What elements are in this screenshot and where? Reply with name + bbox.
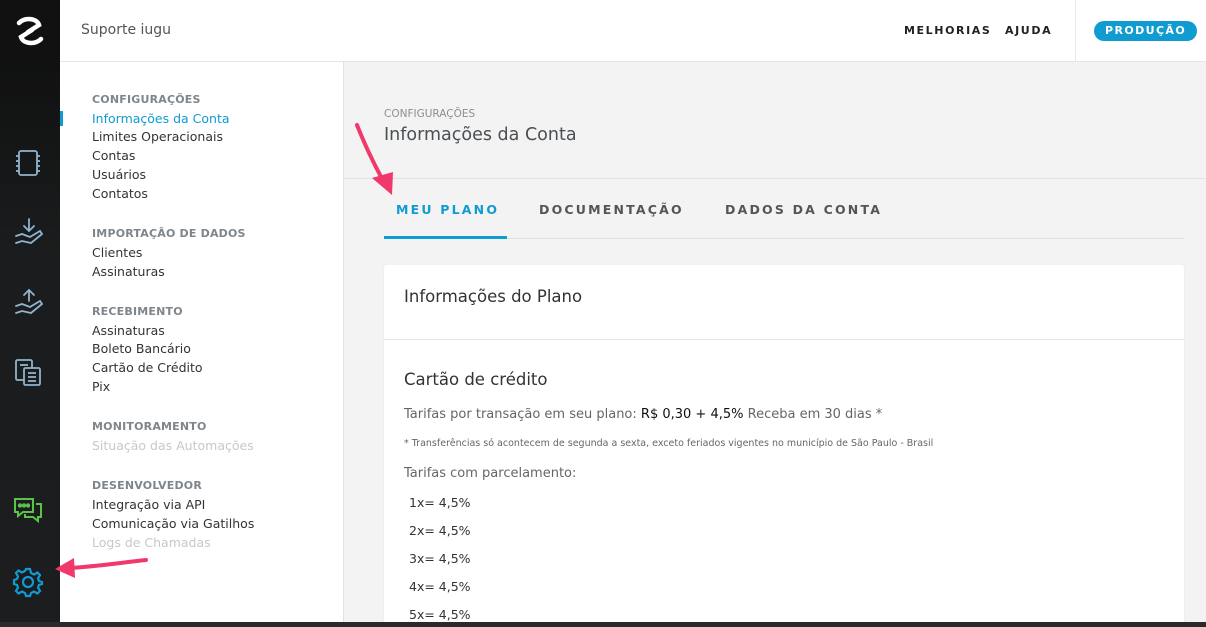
fees-value: R$ 0,30 + 4,5% <box>640 407 744 422</box>
breadcrumb: CONFIGURAÇÕES <box>384 108 476 120</box>
submenu-item-cartao[interactable]: Cartão de Crédito <box>92 360 203 375</box>
invoice-icon[interactable] <box>11 146 45 180</box>
section-recebimento: RECEBIMENTO <box>92 305 183 318</box>
tab-dados-da-conta[interactable]: DADOS DA CONTA <box>725 202 882 217</box>
section-importacao: IMPORTAÇÃO DE DADOS <box>92 227 246 240</box>
submenu-item-usuarios[interactable]: Usuários <box>92 167 146 182</box>
account-name[interactable]: Suporte iugu <box>81 22 171 38</box>
transfer-note: * Transferências só acontecem de segunda… <box>404 438 934 449</box>
icon-rail <box>0 0 60 627</box>
section-title-credit-card: Cartão de crédito <box>404 370 548 389</box>
submenu-item-logs: Logs de Chamadas <box>92 535 211 550</box>
submenu-item-clientes[interactable]: Clientes <box>92 245 142 260</box>
topbar-divider <box>1075 0 1076 62</box>
section-configuracoes: CONFIGURAÇÕES <box>92 93 201 106</box>
receive-icon[interactable] <box>11 215 45 249</box>
header-divider <box>344 178 1206 179</box>
main-content: CONFIGURAÇÕES Informações da Conta MEU P… <box>344 62 1206 627</box>
submenu-item-informacoes-conta[interactable]: Informações da Conta <box>92 111 230 126</box>
gear-icon[interactable] <box>11 565 45 599</box>
nav-melhorias[interactable]: MELHORIAS <box>904 24 991 37</box>
fees-label: Tarifas por transação em seu plano: <box>404 407 637 422</box>
environment-badge[interactable]: PRODUÇÃO <box>1094 21 1198 41</box>
top-bar: Suporte iugu MELHORIAS AJUDA PRODUÇÃO <box>60 0 1206 62</box>
submenu-item-contas[interactable]: Contas <box>92 148 135 163</box>
logo-icon <box>16 16 44 46</box>
installment-row: 3x= 4,5% <box>409 551 471 566</box>
installments-label: Tarifas com parcelamento: <box>404 466 577 481</box>
page-title: Informações da Conta <box>384 125 577 145</box>
section-desenvolvedor: DESENVOLVEDOR <box>92 479 203 492</box>
installment-row: 1x= 4,5% <box>409 495 471 510</box>
submenu-item-assinaturas[interactable]: Assinaturas <box>92 323 165 338</box>
nav-ajuda[interactable]: AJUDA <box>1005 24 1052 37</box>
transaction-fees: Tarifas por transação em seu plano: R$ 0… <box>404 407 882 422</box>
send-icon[interactable] <box>11 285 45 319</box>
submenu-item-api[interactable]: Integração via API <box>92 497 205 512</box>
tab-documentacao[interactable]: DOCUMENTAÇÃO <box>539 202 684 217</box>
plan-info-card: Informações do Plano Cartão de crédito T… <box>384 265 1184 627</box>
chat-icon[interactable] <box>11 494 45 528</box>
card-divider <box>384 339 1184 340</box>
tab-meu-plano[interactable]: MEU PLANO <box>396 202 499 217</box>
logo[interactable] <box>0 0 60 62</box>
installment-row: 2x= 4,5% <box>409 523 471 538</box>
submenu-item-boleto[interactable]: Boleto Bancário <box>92 341 191 356</box>
submenu-item-limites[interactable]: Limites Operacionais <box>92 129 223 144</box>
active-indicator <box>60 111 63 126</box>
installment-row: 5x= 4,5% <box>409 607 471 622</box>
bottom-strip <box>0 622 1206 627</box>
active-tab-underline <box>384 236 507 239</box>
installment-row: 4x= 4,5% <box>409 579 471 594</box>
submenu-item-gatilhos[interactable]: Comunicação via Gatilhos <box>92 516 254 531</box>
section-monitoramento: MONITORAMENTO <box>92 420 207 433</box>
submenu-item-contatos[interactable]: Contatos <box>92 186 148 201</box>
submenu-item-assinaturas-import[interactable]: Assinaturas <box>92 264 165 279</box>
fees-suffix: Receba em 30 dias * <box>747 407 883 422</box>
calculator-icon[interactable] <box>11 355 45 389</box>
submenu-item-automacoes: Situação das Automações <box>92 438 254 453</box>
settings-submenu: CONFIGURAÇÕES Informações da Conta Limit… <box>60 62 344 627</box>
submenu-item-pix[interactable]: Pix <box>92 379 110 394</box>
card-header: Informações do Plano <box>404 287 583 306</box>
